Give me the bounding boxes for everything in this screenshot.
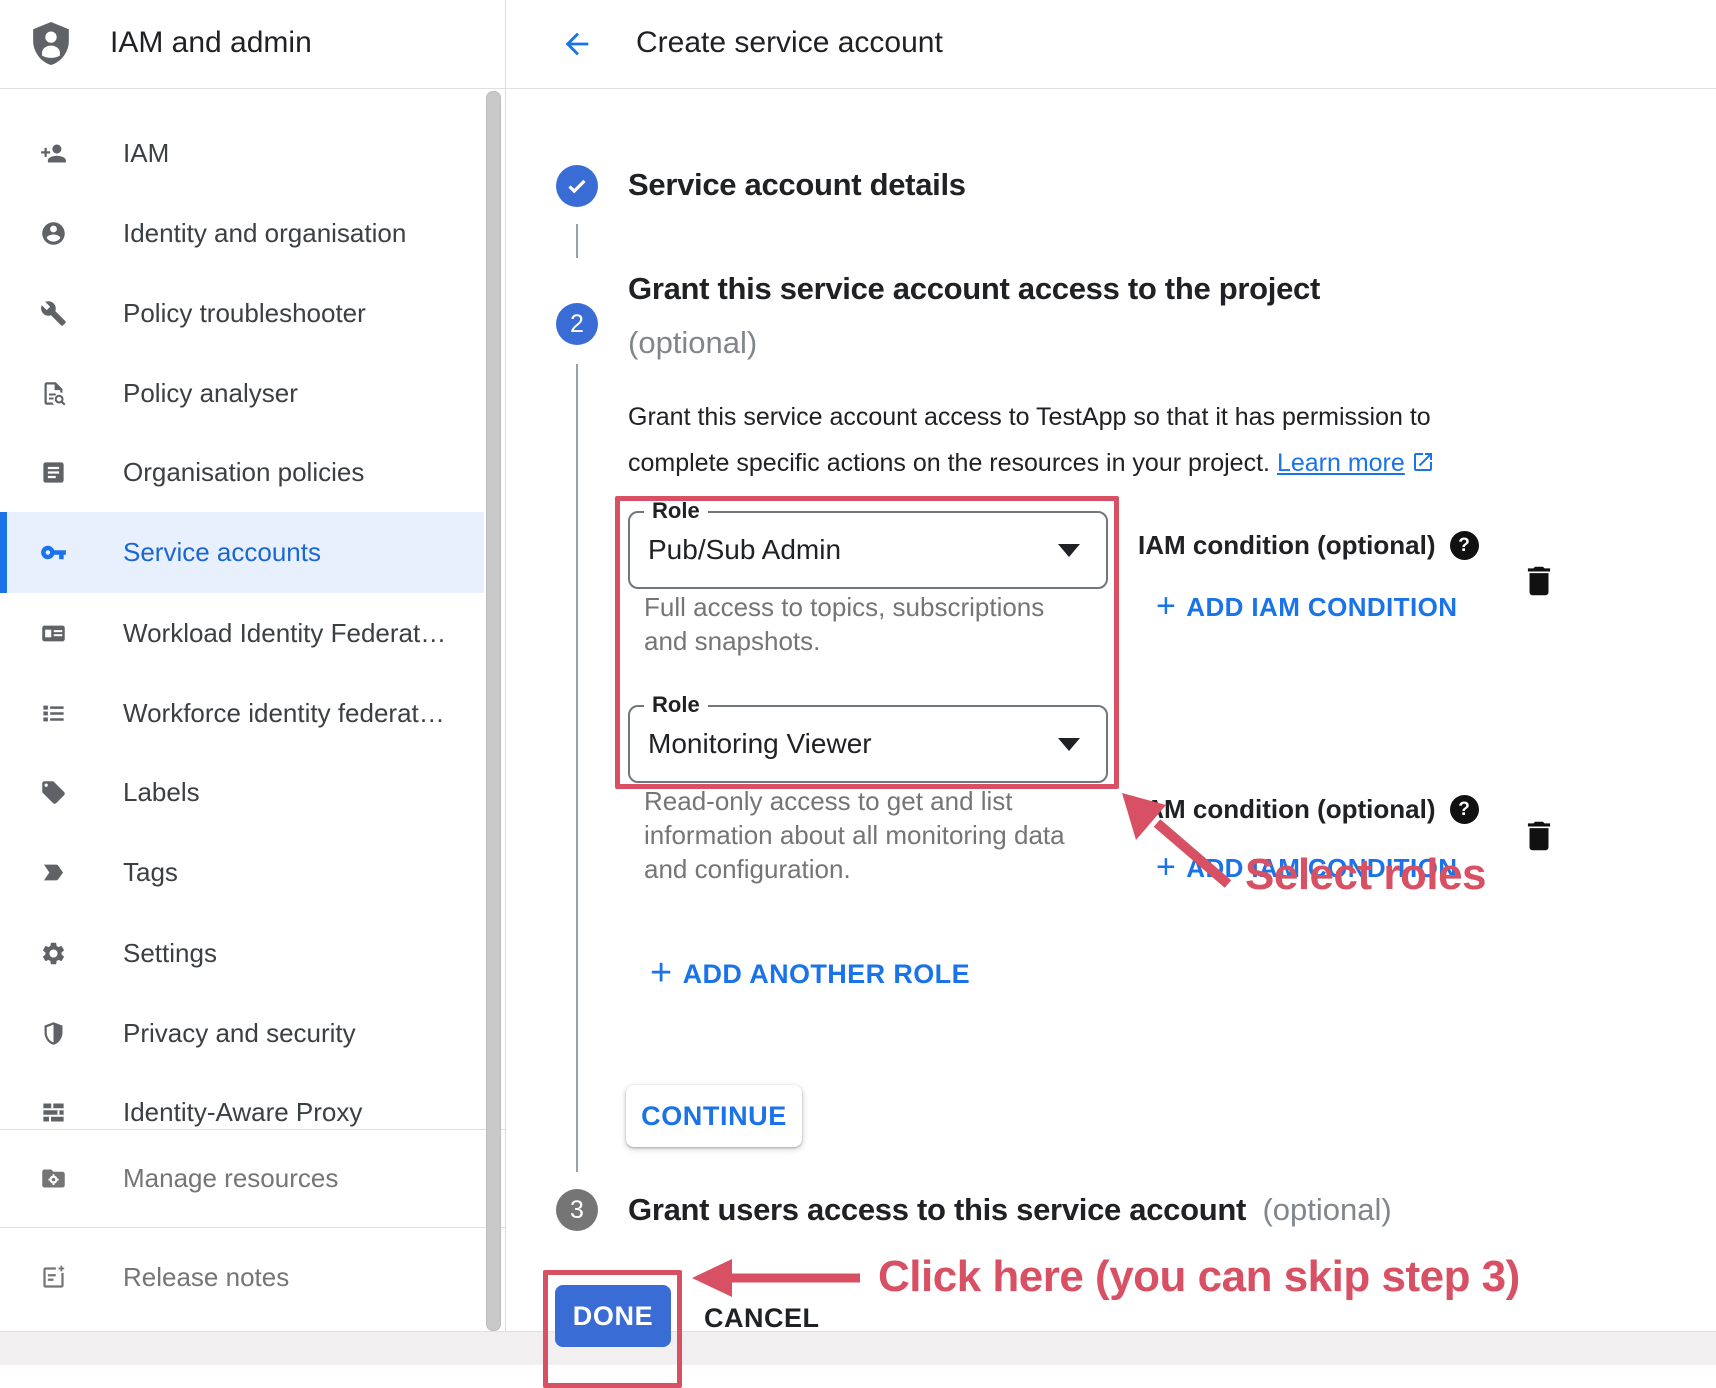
sidebar-separator xyxy=(0,1129,505,1130)
plus-icon: + xyxy=(650,952,673,995)
sidebar-item-policy-analyser[interactable]: Policy analyser xyxy=(0,353,484,433)
plus-icon: + xyxy=(1156,587,1176,626)
product-title: IAM and admin xyxy=(110,26,312,60)
sidebar-item-labels[interactable]: Labels xyxy=(0,752,484,832)
doc-magnifier-icon xyxy=(40,380,67,407)
sidebar-item-workforce-identity-federat[interactable]: Workforce identity federat… xyxy=(0,673,484,753)
sidebar-item-label: Labels xyxy=(123,777,200,808)
sidebar-item-identity-and-organisation[interactable]: Identity and organisation xyxy=(0,193,484,273)
sidebar-separator xyxy=(0,1227,505,1228)
done-button[interactable]: DONE xyxy=(555,1285,671,1347)
add-another-role-button[interactable]: + ADD ANOTHER ROLE xyxy=(650,953,970,996)
shield-half-icon xyxy=(40,1020,67,1047)
sidebar-item-label: Privacy and security xyxy=(123,1018,356,1049)
sidebar-divider xyxy=(505,0,506,1364)
step2-title: Grant this service account access to the… xyxy=(628,271,1320,307)
sidebar-item-label: Manage resources xyxy=(123,1163,338,1194)
sidebar-item-label: Tags xyxy=(123,857,178,888)
sidebar-item-label: Identity-Aware Proxy xyxy=(123,1097,362,1128)
folder-gear-icon xyxy=(40,1165,67,1192)
wrench-icon xyxy=(40,300,67,327)
step1-check-circle xyxy=(556,165,598,207)
sidebar-item-label: Workload Identity Federat… xyxy=(123,618,446,649)
step3-number-circle: 3 xyxy=(556,1189,598,1231)
sidebar-item-privacy-and-security[interactable]: Privacy and security xyxy=(0,993,484,1073)
step2-optional-label: (optional) xyxy=(628,325,757,361)
step3-title: Grant users access to this service accou… xyxy=(628,1192,1246,1227)
sidebar-item-label: Settings xyxy=(123,938,217,969)
click-here-annotation: Click here (you can skip step 3) xyxy=(878,1252,1520,1302)
add-iam-condition-button-1[interactable]: + ADD IAM CONDITION xyxy=(1156,588,1457,627)
sidebar-item-release-notes[interactable]: Release notes xyxy=(0,1237,484,1317)
list-icon xyxy=(40,700,67,727)
check-icon xyxy=(563,172,591,200)
dropdown-caret-icon xyxy=(1058,738,1080,751)
striped-grid-icon xyxy=(40,1099,67,1126)
click-here-arrow xyxy=(688,1255,868,1301)
step3-number: 3 xyxy=(570,1196,584,1225)
dropdown-caret-icon xyxy=(1058,544,1080,557)
badge-card-icon xyxy=(40,620,67,647)
page-title: Create service account xyxy=(636,26,943,60)
sidebar-item-label: Organisation policies xyxy=(123,457,364,488)
account-circle-icon xyxy=(40,220,67,247)
sidebar-item-label: Service accounts xyxy=(123,537,321,568)
key-icon xyxy=(40,539,67,566)
sidebar-item-organisation-policies[interactable]: Organisation policies xyxy=(0,432,484,512)
continue-button[interactable]: CONTINUE xyxy=(626,1085,802,1147)
sidebar-item-tags[interactable]: Tags xyxy=(0,832,484,912)
sidebar-item-label: Identity and organisation xyxy=(123,218,406,249)
back-arrow-icon[interactable] xyxy=(560,27,594,61)
sidebar-item-workload-identity-federat[interactable]: Workload Identity Federat… xyxy=(0,593,484,673)
select-roles-annotation: Select roles xyxy=(1245,850,1486,900)
select-roles-arrow xyxy=(1095,778,1255,903)
help-icon[interactable]: ? xyxy=(1450,795,1479,824)
role-select-1[interactable]: Role Pub/Sub Admin xyxy=(628,511,1108,589)
step1-title: Service account details xyxy=(628,167,966,203)
bottom-edge-band xyxy=(0,1331,1716,1365)
shield-person-icon xyxy=(30,20,72,68)
open-in-new-icon[interactable] xyxy=(1411,450,1435,479)
sidebar-item-label: Release notes xyxy=(123,1262,289,1293)
iam-condition-label-1: IAM condition (optional) ? xyxy=(1138,530,1479,561)
role-select-2[interactable]: Role Monitoring Viewer xyxy=(628,705,1108,783)
learn-more-link[interactable]: Learn more xyxy=(1277,449,1405,477)
article-icon xyxy=(40,459,67,486)
step3-optional-label: (optional) xyxy=(1262,1192,1391,1227)
step2-number-circle: 2 xyxy=(556,303,598,345)
sidebar-item-settings[interactable]: Settings xyxy=(0,913,484,993)
step2-number: 2 xyxy=(570,310,584,339)
sidebar-item-label: Workforce identity federat… xyxy=(123,698,445,729)
gear-icon xyxy=(40,940,67,967)
delete-role-2-button[interactable] xyxy=(1520,813,1558,864)
role-1-value: Pub/Sub Admin xyxy=(648,513,841,587)
header-divider xyxy=(0,88,1716,89)
cancel-button[interactable]: CANCEL xyxy=(704,1303,820,1334)
sidebar-item-label: Policy analyser xyxy=(123,378,298,409)
step-connector xyxy=(576,364,578,1172)
help-icon[interactable]: ? xyxy=(1450,531,1479,560)
sidebar-item-label: IAM xyxy=(123,138,169,169)
tag-icon xyxy=(40,779,67,806)
sidebar-item-policy-troubleshooter[interactable]: Policy troubleshooter xyxy=(0,273,484,353)
step-connector xyxy=(576,224,578,258)
role-2-value: Monitoring Viewer xyxy=(648,707,872,781)
role-2-description: Read-only access to get and list informa… xyxy=(644,784,1065,886)
role-1-description: Full access to topics, subscriptions and… xyxy=(644,590,1044,658)
delete-role-1-button[interactable] xyxy=(1520,558,1558,609)
sidebar-item-service-accounts[interactable]: Service accounts xyxy=(0,512,484,593)
person-add-icon xyxy=(40,140,67,167)
sidebar-item-iam[interactable]: IAM xyxy=(0,113,484,193)
sidebar-item-manage-resources[interactable]: Manage resources xyxy=(0,1138,484,1218)
sidebar-scrollbar[interactable] xyxy=(486,91,501,1331)
label-arrow-icon xyxy=(40,859,67,886)
notes-icon xyxy=(40,1264,67,1291)
sidebar-item-label: Policy troubleshooter xyxy=(123,298,366,329)
